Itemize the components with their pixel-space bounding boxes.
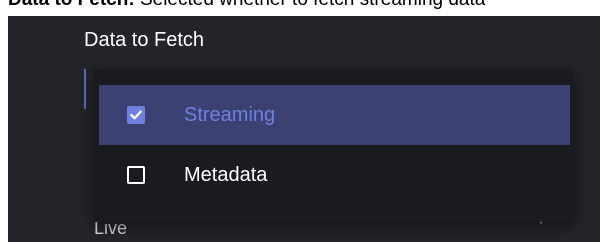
data-to-fetch-field[interactable] xyxy=(84,69,86,109)
checkbox-unchecked-icon[interactable] xyxy=(127,166,145,184)
option-streaming[interactable]: Streaming xyxy=(99,85,570,145)
caption-rest: Selected whether to fetch streaming data xyxy=(135,0,485,10)
option-metadata-label: Metadata xyxy=(184,163,268,186)
data-to-fetch-label: Data to Fetch xyxy=(84,29,205,51)
settings-panel: Data to Fetch Live ▾ Streaming Metadata xyxy=(8,16,600,242)
caption-bold: Data to Fetch: xyxy=(8,0,135,10)
option-metadata[interactable]: Metadata xyxy=(99,145,570,205)
option-streaming-label: Streaming xyxy=(184,103,276,126)
caption-strip: Data to Fetch: Selected whether to fetch… xyxy=(0,0,600,16)
data-to-fetch-dropdown-menu: Streaming Metadata xyxy=(94,70,574,222)
caption-text: Data to Fetch: Selected whether to fetch… xyxy=(8,0,485,11)
checkbox-checked-icon[interactable] xyxy=(127,106,145,124)
